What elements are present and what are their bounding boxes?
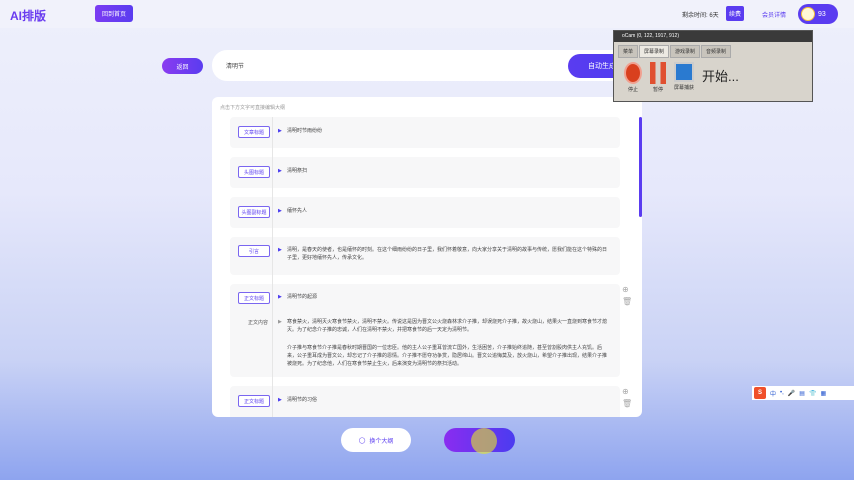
outline-text[interactable]: 缅怀先人 [287,207,610,215]
keyboard-icon[interactable]: ▤ [799,390,805,397]
ocam-status: 开始... [702,69,739,84]
microphone-icon[interactable]: 🎤 [788,390,795,397]
outline-row[interactable]: 引言 ▶ 清明，是春天的使者，也是缅怀的时刻。在这个细雨纷纷的日子里，我们怀着敬… [230,237,620,275]
punctuation-icon[interactable]: •, [780,390,784,396]
back-home-button[interactable]: 回到首页 [95,5,133,22]
caret-right-icon: ▶ [278,319,282,325]
remaining-time: 剩余时间: 6天 [682,13,719,19]
cursor-highlight [471,428,497,454]
caret-right-icon: ▶ [278,397,282,403]
divider [272,117,273,417]
ocam-title: oCam (0, 122, 1917, 912) [614,31,812,42]
caret-right-icon: ▶ [278,128,282,134]
outline-text[interactable]: 清明节的起源 [287,293,610,301]
trash-icon[interactable]: 🗑 [622,398,632,410]
stop-icon [624,62,642,84]
ocam-capture-button[interactable]: 屏幕捕获 [674,62,694,91]
member-details-link[interactable]: 会员详情 [762,10,786,19]
row-actions: ⊕ 🗑 [622,386,632,410]
monitor-icon [674,62,694,82]
ocam-tab-menu[interactable]: 菜单 [618,45,639,58]
edit-hint: 点击下方文字可直接编辑大纲 [220,105,286,111]
back-button[interactable]: 返回 [162,58,203,74]
avatar [801,7,815,21]
outline-row[interactable]: 正文标题 ▶ 清明节的起源 正文内容 ▶ 寒食禁火，清明灭火寒食节禁火，清明不禁… [230,284,620,377]
ocam-pause-button[interactable]: 暂停 [650,62,666,93]
outline-tag: 头图标题 [238,166,270,178]
swap-outline-label: 换个大纲 [369,438,394,445]
renew-button[interactable]: 续费 [726,6,744,21]
topic-input-value: 清明节 [226,64,245,70]
ocam-tab-game[interactable]: 游戏录制 [670,45,701,58]
content-label: 正文内容 [248,320,269,326]
outline-tag: 正文标题 [238,395,270,407]
outline-row[interactable]: 头图副标题 ▶ 缅怀先人 [230,197,620,228]
outline-row[interactable]: 头图标题 ▶ 清明祭扫 [230,157,620,188]
swap-outline-button[interactable]: ◯ 换个大纲 [341,428,411,452]
refresh-icon: ◯ [358,437,366,444]
trash-icon[interactable]: 🗑 [622,296,632,308]
caret-right-icon: ▶ [278,168,282,174]
outline-tag: 引言 [238,245,270,257]
capture-label: 屏幕捕获 [674,85,695,91]
pause-label: 暂停 [652,87,663,93]
scrollbar[interactable] [639,117,642,217]
outline-tag: 文章标题 [238,126,270,138]
content-paragraph[interactable]: 寒食禁火，清明灭火寒食节禁火，清明不禁火。传说这是因为晋文公火烧森林求介子推，却… [287,318,610,334]
outline-tag: 正文标题 [238,292,270,304]
ocam-window: oCam (0, 122, 1917, 912) 菜单 屏幕录制 游戏录制 音频… [613,30,813,102]
caret-right-icon: ▶ [278,208,282,214]
pause-icon [650,62,666,84]
add-icon[interactable]: ⊕ [622,386,632,398]
ocam-tab-audio[interactable]: 音频录制 [701,45,732,58]
outline-text[interactable]: 清明祭扫 [287,167,610,175]
sogou-logo[interactable]: S [754,387,766,399]
stop-label: 停止 [627,87,638,93]
skin-icon[interactable]: 👕 [809,390,816,397]
ime-toolbar[interactable]: S 中 •, 🎤 ▤ 👕 ▦ [752,386,854,400]
caret-right-icon: ▶ [278,247,282,253]
content-paragraph[interactable]: 介子推与寒食节介子推是春秋时期晋国的一位忠臣。他的主人公子重耳曾流亡国外，生活困… [287,344,610,368]
outline-text[interactable]: 清明时节雨纷纷 [287,127,610,135]
app-logo[interactable]: AI排版 [10,7,46,24]
outline-tag: 头图副标题 [238,206,270,218]
outline-text[interactable]: 清明节的习俗 [287,396,610,404]
outline-row[interactable]: 正文标题 ▶ 清明节的习俗 [230,386,620,417]
caret-right-icon: ▶ [278,294,282,300]
outline-text[interactable]: 清明，是春天的使者，也是缅怀的时刻。在这个细雨纷纷的日子里，我们怀着敬意，向大家… [287,246,610,262]
user-points[interactable]: 93 [798,4,838,24]
ocam-stop-button[interactable]: 停止 [624,62,642,93]
ime-language[interactable]: 中 [770,389,776,398]
top-header: AI排版 回到首页 剩余时间: 6天 续费 会员详情 93 [0,0,854,28]
ocam-tab-screen[interactable]: 屏幕录制 [639,45,670,58]
points-value: 93 [818,10,826,18]
outline-card: 点击下方文字可直接编辑大纲 文章标题 ▶ 清明时节雨纷纷 头图标题 ▶ 清明祭扫… [212,97,642,417]
grid-icon[interactable]: ▦ [820,390,826,397]
row-actions: ⊕ 🗑 [622,284,632,308]
outline-row[interactable]: 文章标题 ▶ 清明时节雨纷纷 [230,117,620,148]
add-icon[interactable]: ⊕ [622,284,632,296]
ocam-tabs: 菜单 屏幕录制 游戏录制 音频录制 [614,42,812,58]
